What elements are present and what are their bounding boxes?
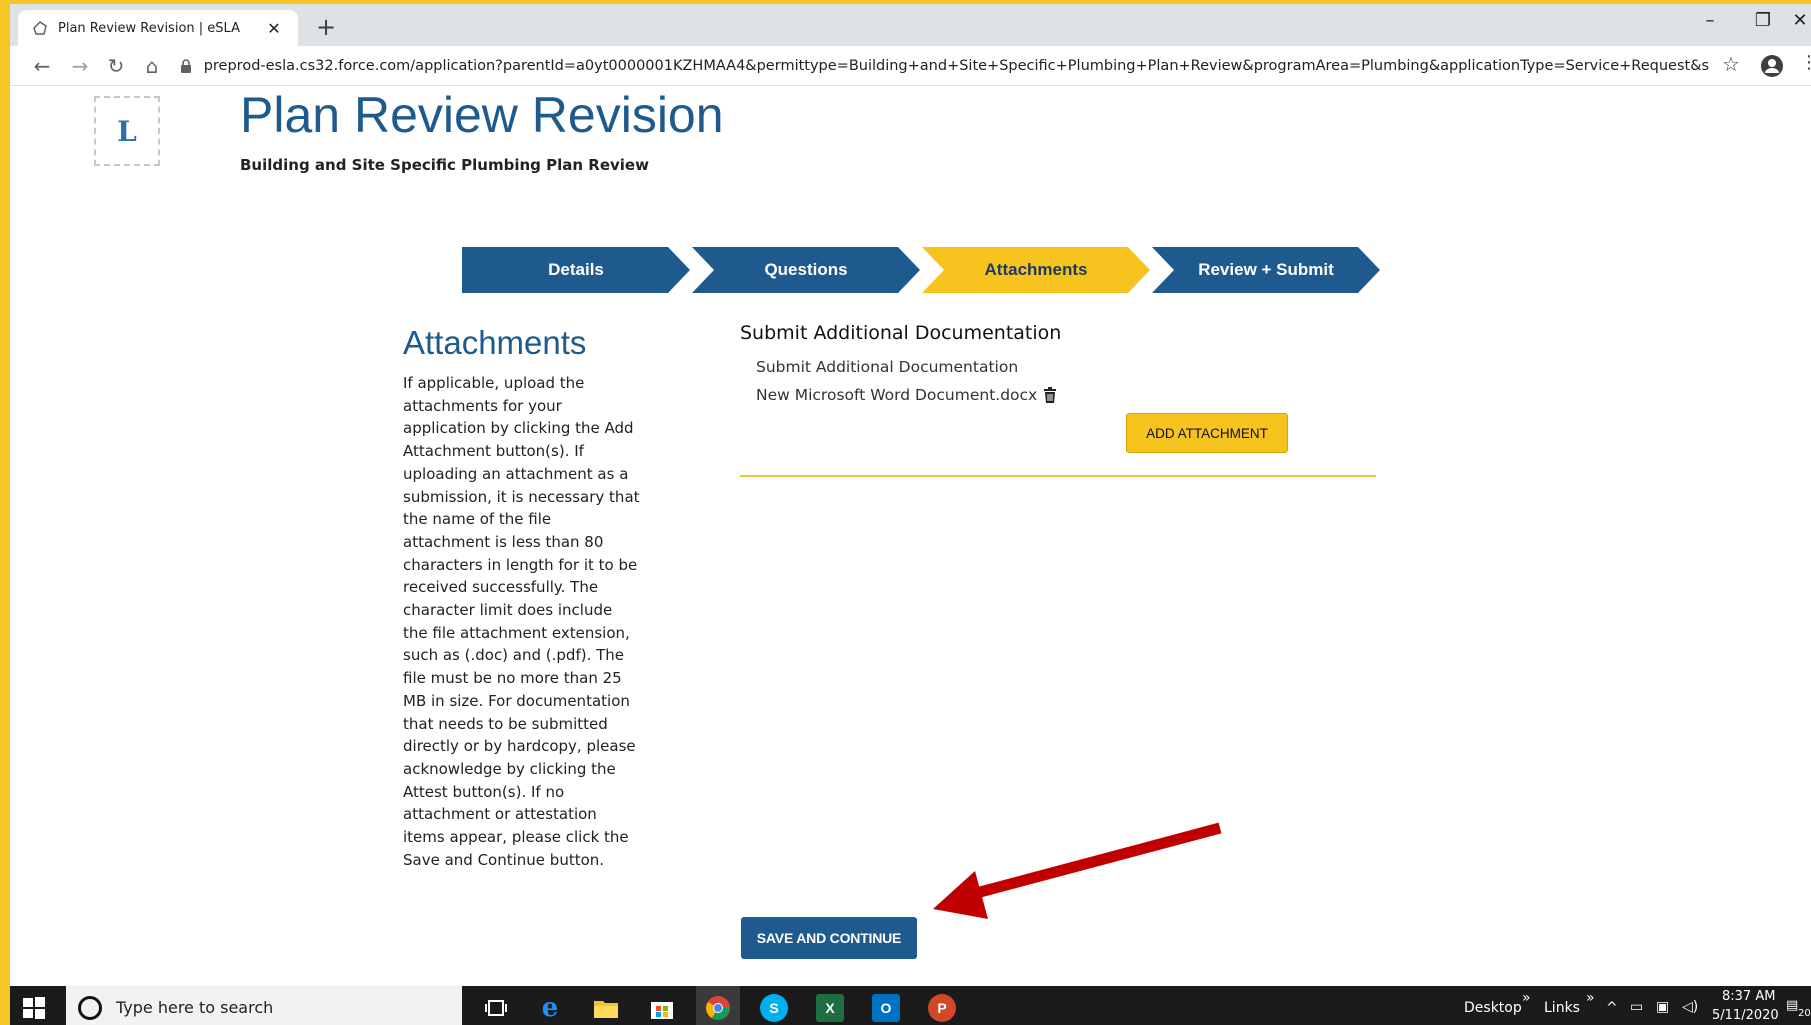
step-label: Review + Submit <box>1198 260 1334 279</box>
save-and-continue-button[interactable]: SAVE AND CONTINUE <box>741 917 917 959</box>
desktop-toolbar-label[interactable]: Desktop <box>1464 1000 1522 1016</box>
lock-icon <box>180 58 194 74</box>
divider <box>740 475 1376 477</box>
window-close-button[interactable]: ✕ <box>1780 10 1811 31</box>
url-text: preprod-esla.cs32.force.com/application?… <box>203 58 1710 74</box>
notification-count: 20 <box>1798 1008 1811 1019</box>
back-arrow-icon[interactable]: ← <box>28 52 56 80</box>
attached-file-row: New Microsoft Word Document.docx <box>756 386 1057 404</box>
taskbar-search-placeholder: Type here to search <box>116 998 274 1017</box>
store-icon[interactable] <box>648 994 676 1022</box>
minimize-button[interactable]: – <box>1690 10 1730 31</box>
attachment-item-label: Submit Additional Documentation <box>756 358 1019 376</box>
step-review-submit[interactable]: Review + Submit <box>1152 247 1380 293</box>
new-tab-button[interactable]: + <box>310 12 342 44</box>
step-label: Attachments <box>984 260 1088 279</box>
volume-icon[interactable]: ◁) <box>1682 999 1698 1015</box>
clock-time[interactable]: 8:37 AM <box>1722 989 1775 1004</box>
step-questions[interactable]: Questions <box>692 247 920 293</box>
home-icon[interactable]: ⌂ <box>138 52 166 80</box>
skype-icon[interactable]: S <box>760 994 788 1022</box>
page-title: Plan Review Revision <box>240 87 724 143</box>
show-hidden-icons-chevron-up-icon[interactable]: ^ <box>1606 1000 1618 1016</box>
step-attachments[interactable]: Attachments <box>922 247 1150 293</box>
network-icon[interactable]: ▣ <box>1656 999 1669 1015</box>
browser-window: Plan Review Revision | eSLA ✕ + – ❐ ✕ ← … <box>10 4 1811 1025</box>
section-title: Submit Additional Documentation <box>740 322 1062 344</box>
step-label: Questions <box>764 260 848 279</box>
trash-icon[interactable] <box>1043 387 1057 403</box>
red-arrow-annotation <box>933 822 1222 919</box>
windows-taskbar: Type here to search e S X O P Desktop » … <box>10 986 1811 1025</box>
site-logo[interactable]: L <box>94 96 160 166</box>
add-attachment-button[interactable]: ADD ATTACHMENT <box>1126 413 1288 453</box>
taskbar-search-box[interactable]: Type here to search <box>66 986 462 1025</box>
excel-icon[interactable]: X <box>816 994 844 1022</box>
help-heading: Attachments <box>403 324 587 361</box>
page-subtitle: Building and Site Specific Plumbing Plan… <box>240 156 649 174</box>
chrome-icon[interactable] <box>704 994 732 1022</box>
clock-date[interactable]: 5/11/2020 <box>1712 1008 1779 1023</box>
reload-icon[interactable]: ↻ <box>102 52 130 80</box>
cortana-icon <box>78 995 102 1020</box>
step-details[interactable]: Details <box>462 247 690 293</box>
powerpoint-icon[interactable]: P <box>928 994 956 1022</box>
bookmark-star-icon[interactable]: ☆ <box>1722 52 1740 76</box>
file-explorer-icon[interactable] <box>592 994 620 1022</box>
file-name: New Microsoft Word Document.docx <box>756 386 1038 404</box>
chevron-double-right-icon[interactable]: » <box>1522 990 1531 1006</box>
chevron-double-right-icon[interactable]: » <box>1586 990 1595 1006</box>
tab-title: Plan Review Revision | eSLA <box>58 20 240 36</box>
menu-kebab-icon[interactable]: ⋮ <box>1800 52 1811 73</box>
battery-icon[interactable]: ▭ <box>1630 999 1643 1015</box>
forward-arrow-icon[interactable]: → <box>66 52 94 80</box>
help-text: If applicable, upload the attachments fo… <box>403 374 640 869</box>
links-toolbar-label[interactable]: Links <box>1544 1000 1580 1016</box>
address-bar[interactable]: preprod-esla.cs32.force.com/application?… <box>180 52 1710 80</box>
edge-browser-icon[interactable]: e <box>536 993 564 1023</box>
tab-strip: Plan Review Revision | eSLA ✕ + – ❐ ✕ <box>10 4 1811 46</box>
step-label: Details <box>548 260 604 279</box>
notification-center-icon[interactable]: ▤ <box>1786 998 1798 1013</box>
outlook-icon[interactable]: O <box>872 994 900 1022</box>
task-view-icon[interactable] <box>482 994 510 1022</box>
windows-start-icon[interactable] <box>22 996 46 1020</box>
browser-tab[interactable]: Plan Review Revision | eSLA ✕ <box>18 10 298 46</box>
account-icon[interactable] <box>1760 54 1784 78</box>
page-content: L Plan Review Revision Building and Site… <box>10 86 1811 986</box>
loading-favicon-icon <box>32 20 48 36</box>
browser-toolbar: ← → ↻ ⌂ preprod-esla.cs32.force.com/appl… <box>10 46 1811 86</box>
tab-close-icon[interactable]: ✕ <box>264 19 284 38</box>
restore-button[interactable]: ❐ <box>1743 10 1783 31</box>
